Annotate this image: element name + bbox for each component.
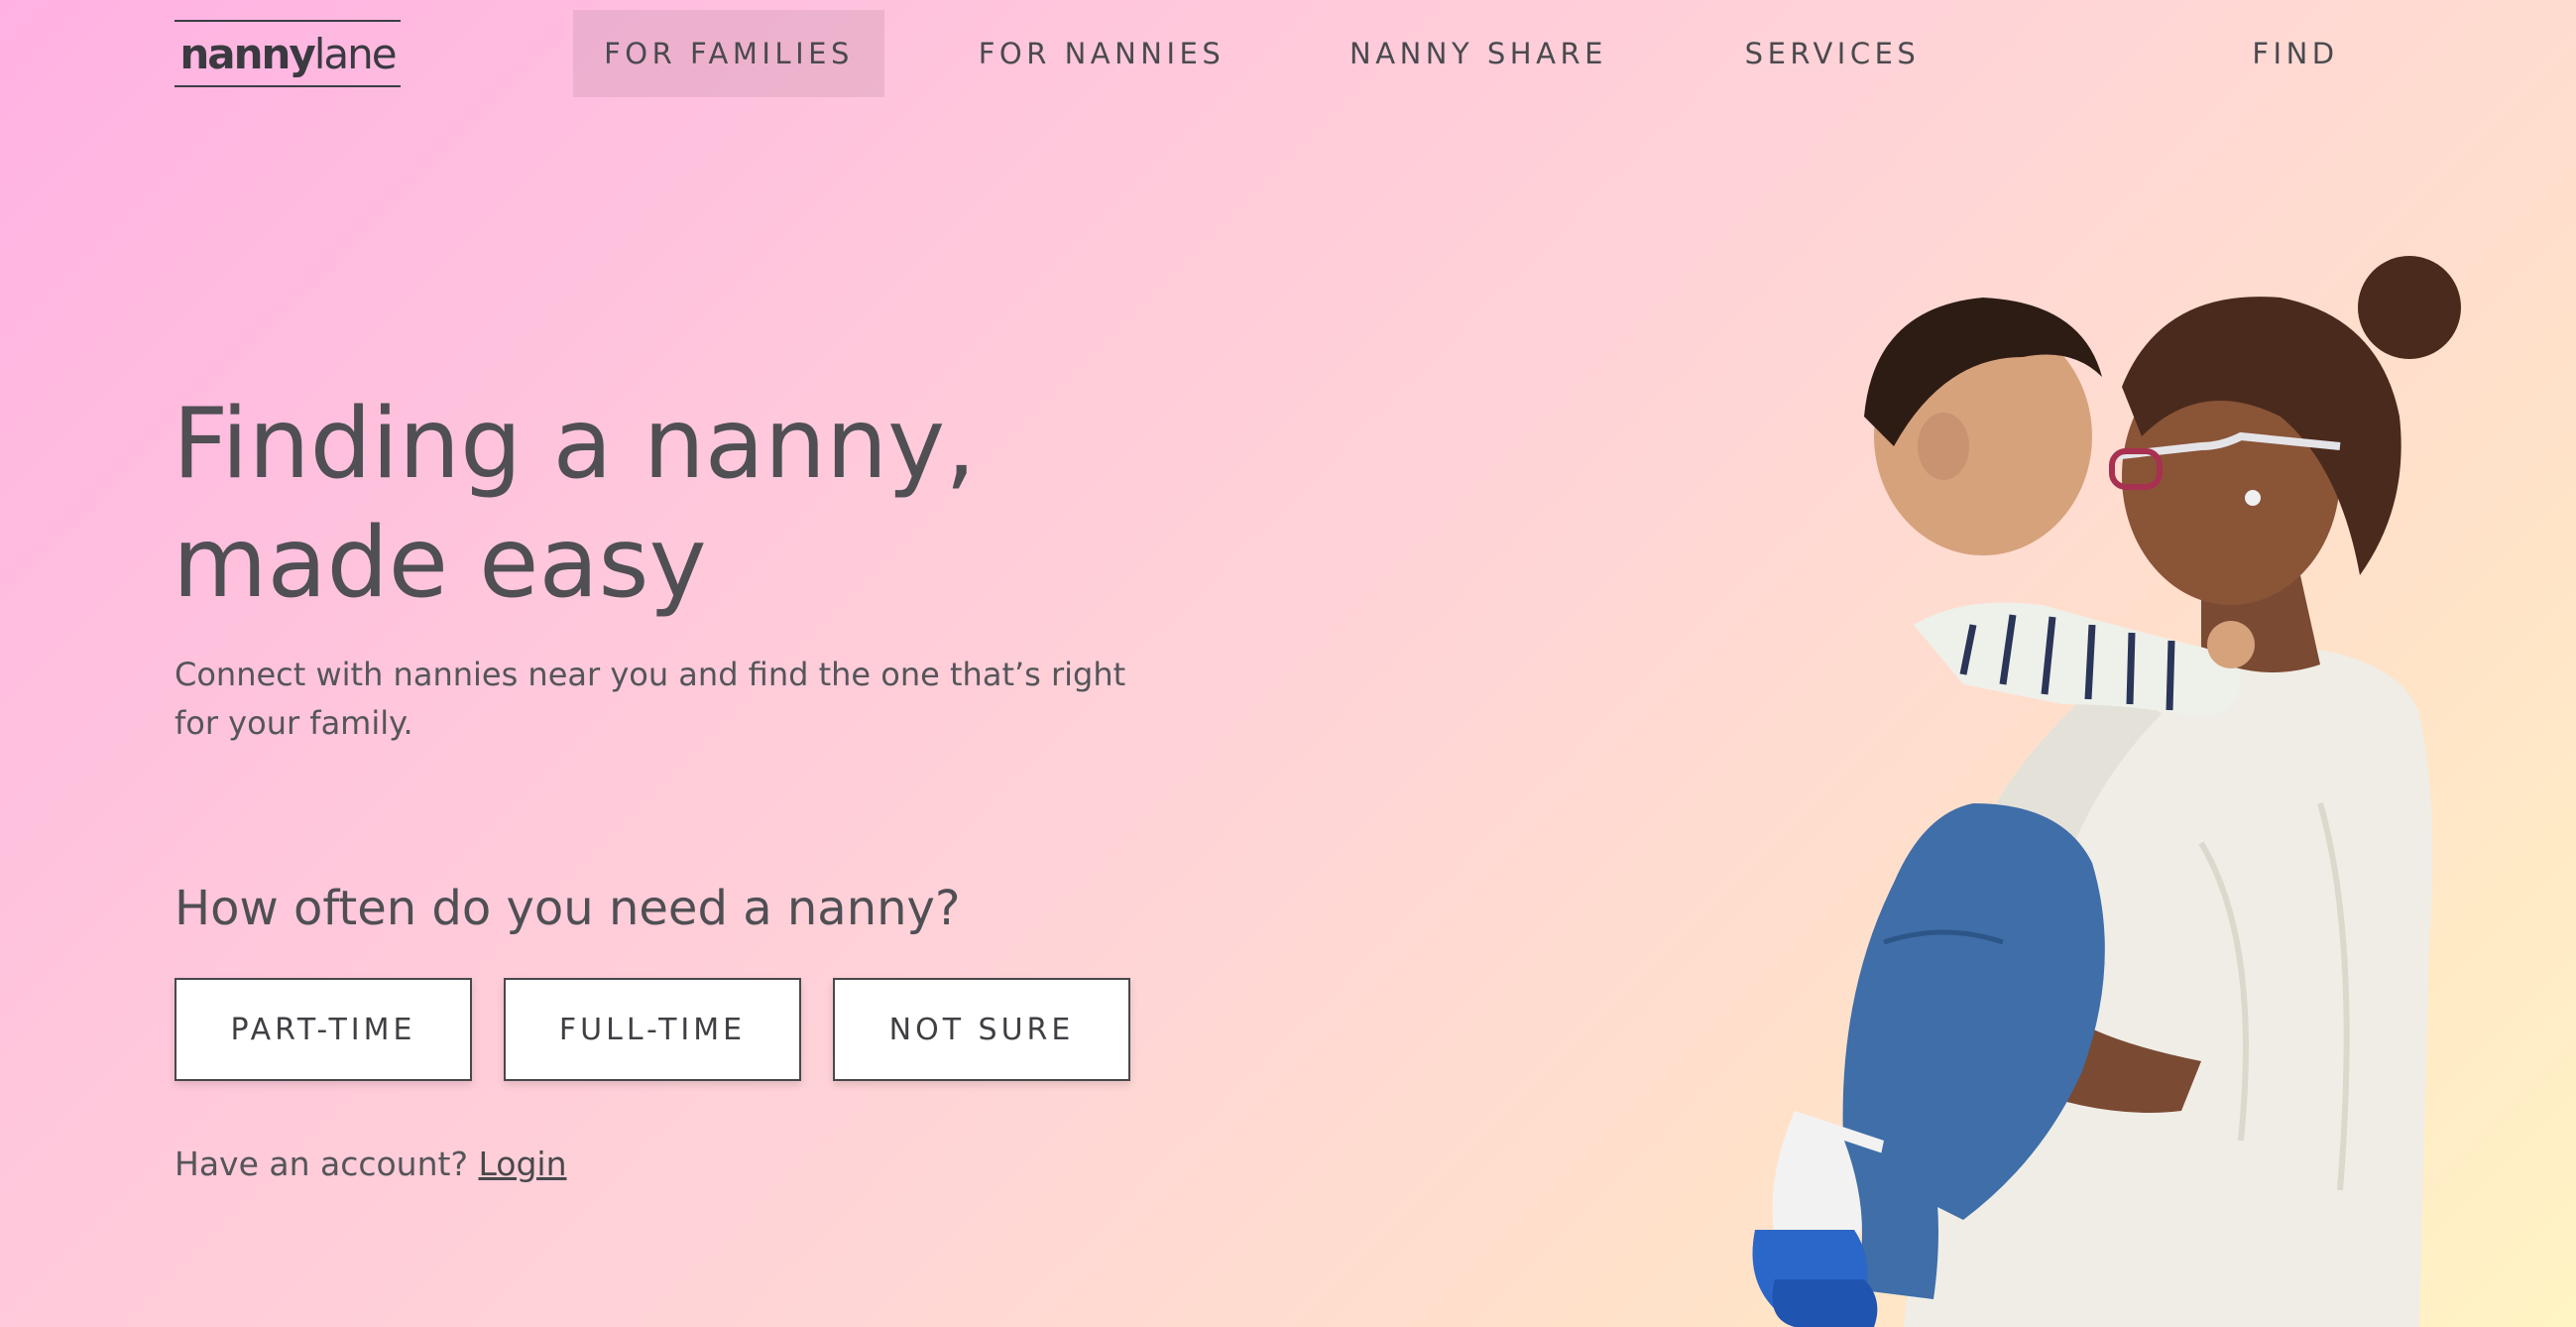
nav-item-for-families[interactable]: FOR FAMILIES bbox=[573, 10, 884, 97]
nav-item-services[interactable]: SERVICES bbox=[1705, 10, 1959, 97]
top-navigation: nanny lane FOR FAMILIES FOR NANNIES NANNY… bbox=[0, 0, 2576, 107]
account-prompt: Have an account? Login bbox=[175, 1141, 567, 1188]
part-time-button[interactable]: PART-TIME bbox=[175, 978, 472, 1081]
account-prompt-text: Have an account? bbox=[175, 1145, 468, 1183]
nav-item-find[interactable]: FIND bbox=[2221, 10, 2370, 97]
login-link[interactable]: Login bbox=[478, 1145, 566, 1183]
full-time-button[interactable]: FULL-TIME bbox=[504, 978, 801, 1081]
logo-text-light: lane bbox=[313, 29, 398, 78]
frequency-question: How often do you need a nanny? bbox=[175, 881, 961, 936]
nav-item-for-nannies[interactable]: FOR NANNIES bbox=[952, 10, 1251, 97]
hero-title-line-1: Finding a nanny, bbox=[173, 388, 977, 501]
nannylane-logo[interactable]: nanny lane bbox=[175, 20, 401, 87]
hero-subtitle: Connect with nannies near you and find t… bbox=[175, 656, 1126, 742]
mother-holding-toddler-photo bbox=[1646, 248, 2499, 1327]
hero-title: Finding a nanny, made easy bbox=[173, 385, 976, 623]
not-sure-button[interactable]: NOT SURE bbox=[833, 978, 1130, 1081]
logo-text-bold: nanny bbox=[179, 29, 315, 78]
nav-item-nanny-share[interactable]: NANNY SHARE bbox=[1319, 10, 1638, 97]
hero-title-line-2: made easy bbox=[173, 507, 707, 620]
